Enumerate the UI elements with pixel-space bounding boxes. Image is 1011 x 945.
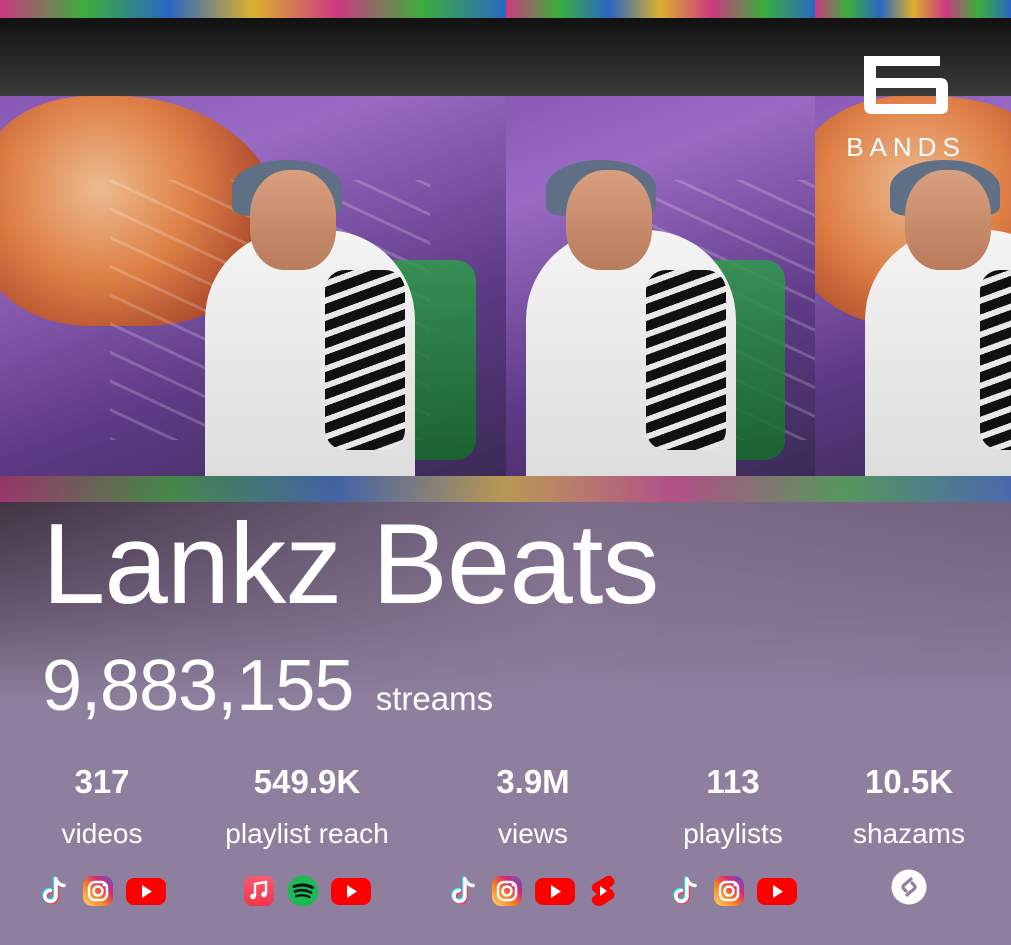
tiktok-icon bbox=[37, 874, 71, 908]
stat-value: 10.5K bbox=[864, 763, 954, 800]
stat-label: playlist reach bbox=[225, 818, 389, 849]
streams-total: 9,883,155 streams bbox=[42, 650, 493, 722]
stat-value: 317 bbox=[74, 763, 130, 800]
apple-music-icon bbox=[242, 874, 276, 908]
platform-icons bbox=[838, 868, 980, 906]
stat-label: views bbox=[497, 818, 568, 849]
artist-stats-card: BANDS Lankz Beats 9,883,155 streams 317 … bbox=[0, 0, 1011, 945]
stat-playlists: 113 playlists bbox=[660, 763, 806, 906]
platform-icons bbox=[32, 874, 172, 908]
stat-label: shazams bbox=[852, 818, 966, 849]
stat-views: 3.9M views bbox=[438, 763, 628, 906]
instagram-icon bbox=[81, 874, 115, 908]
stat-shazams: 10.5K shazams bbox=[838, 763, 980, 905]
streams-count: 9,883,155 bbox=[42, 646, 354, 726]
instagram-icon bbox=[490, 874, 524, 908]
instagram-icon bbox=[712, 874, 746, 908]
stat-value: 3.9M bbox=[496, 763, 570, 800]
tiktok-icon bbox=[668, 874, 702, 908]
logo-wordmark: BANDS bbox=[846, 132, 966, 162]
stat-label: playlists bbox=[683, 818, 783, 849]
youtube-icon bbox=[125, 874, 167, 908]
stat-playlist-reach: 549.9K playlist reach bbox=[212, 763, 402, 907]
youtube-shorts-icon bbox=[586, 874, 620, 908]
streams-label: streams bbox=[375, 680, 494, 717]
spotify-icon bbox=[286, 874, 320, 908]
stat-value: 549.9K bbox=[253, 763, 361, 800]
tiktok-icon bbox=[446, 874, 480, 908]
shazam-icon bbox=[890, 868, 928, 906]
bands-logo-mark bbox=[864, 56, 948, 114]
bands-logo: BANDS bbox=[826, 52, 986, 162]
youtube-icon bbox=[756, 874, 798, 908]
youtube-icon bbox=[534, 874, 576, 908]
graffiti-strip bbox=[0, 476, 1011, 502]
photo-panel bbox=[0, 0, 506, 476]
platform-icons bbox=[660, 874, 806, 908]
stat-label: videos bbox=[61, 818, 143, 849]
stat-videos: 317 videos bbox=[32, 763, 172, 906]
platform-icons bbox=[438, 874, 628, 908]
stat-value: 113 bbox=[706, 763, 760, 800]
photo-panel bbox=[506, 0, 815, 476]
artist-name: Lankz Beats bbox=[42, 501, 659, 628]
platform-icons bbox=[212, 874, 402, 908]
youtube-icon bbox=[330, 874, 372, 908]
